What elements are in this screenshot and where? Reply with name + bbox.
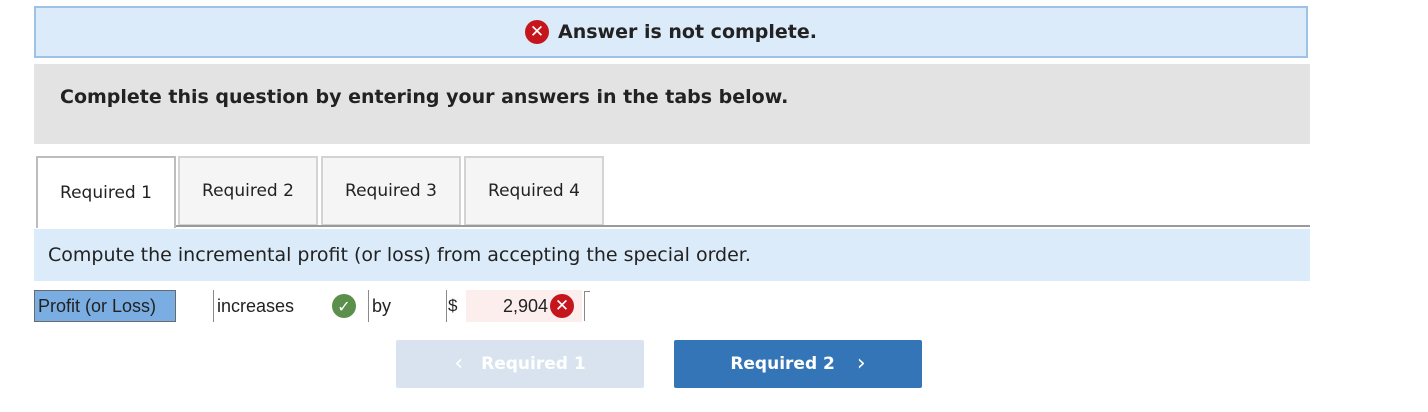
next-button-label: Required 2 [730, 354, 835, 374]
chevron-left-icon: ‹ [454, 351, 464, 376]
prev-button[interactable]: ‹ Required 1 [396, 340, 644, 388]
banner-message: Answer is not complete. [558, 21, 817, 43]
chevron-right-icon: › [856, 351, 866, 376]
instructions-panel: Complete this question by entering your … [34, 64, 1310, 144]
tab-required-1[interactable]: Required 1 [36, 156, 176, 228]
tab-required-4[interactable]: Required 4 [464, 156, 604, 226]
question-text: Compute the incremental profit (or loss)… [48, 244, 751, 266]
tab-divider [36, 225, 1310, 227]
check-circle-icon: ✓ [332, 294, 356, 318]
input-edge [584, 291, 590, 321]
question-prompt: Compute the incremental profit (or loss)… [34, 229, 1310, 281]
tab-bar: Required 1 Required 2 Required 3 Require… [36, 156, 1310, 228]
x-circle-icon: ✕ [550, 294, 574, 318]
instructions-text: Complete this question by entering your … [60, 86, 789, 108]
profit-loss-label: Profit (or Loss) [34, 290, 176, 322]
answer-row: Profit (or Loss) increases ✓ by $ 2,904 … [34, 290, 634, 324]
answer-status-banner: ✕ Answer is not complete. [34, 6, 1308, 58]
x-circle-icon: ✕ [525, 20, 549, 44]
tab-required-2[interactable]: Required 2 [178, 156, 318, 226]
prev-button-label: Required 1 [481, 354, 586, 374]
by-label: by [368, 290, 446, 322]
next-button[interactable]: Required 2 › [674, 340, 922, 388]
currency-symbol: $ [446, 290, 466, 322]
tab-required-3[interactable]: Required 3 [321, 156, 461, 226]
